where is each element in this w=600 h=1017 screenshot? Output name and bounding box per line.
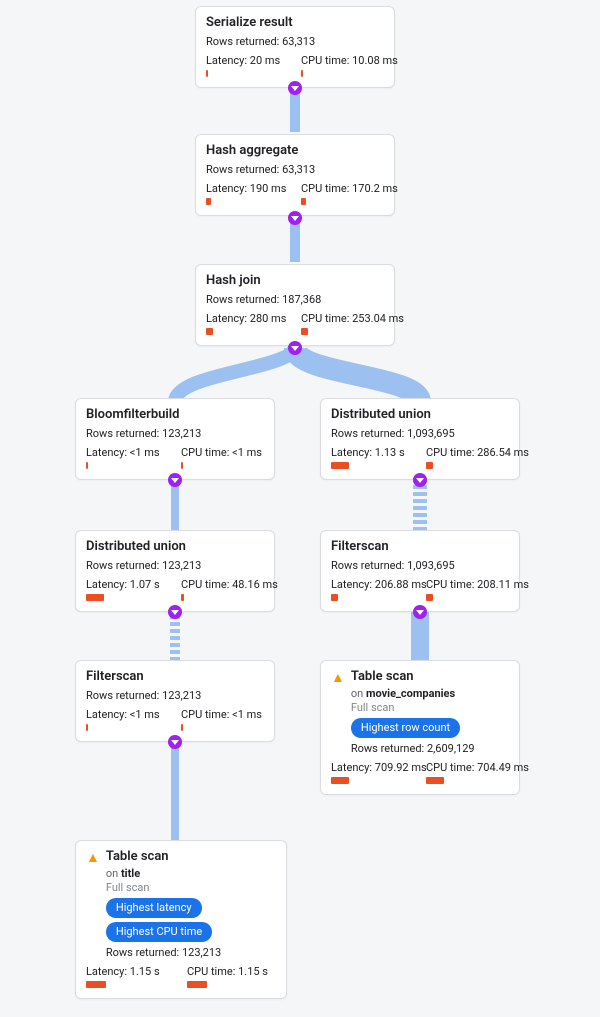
collapse-toggle[interactable] [168, 735, 182, 749]
scan-type: Full scan [106, 881, 276, 894]
rows-returned: Rows returned: 123,213 [106, 946, 276, 959]
node-hash-join[interactable]: Hash join Rows returned: 187,368 Latency… [195, 264, 395, 346]
badge-highest-row-count: Highest row count [351, 718, 460, 738]
node-title: Bloomfilterbuild [86, 407, 179, 423]
collapse-toggle[interactable] [168, 473, 182, 487]
cpu-metric: CPU time: 208.11 ms [426, 578, 509, 601]
latency-metric: Latency: 190 ms [206, 182, 289, 205]
node-hash-aggregate[interactable]: Hash aggregate Rows returned: 63,313 Lat… [195, 134, 395, 216]
cpu-metric: CPU time: 10.08 ms [301, 54, 384, 77]
latency-metric: Latency: <1 ms [86, 708, 169, 731]
cpu-metric: CPU time: <1 ms [181, 708, 264, 731]
warning-icon: ▲ [86, 850, 100, 866]
rows-returned: Rows returned: 123,213 [86, 559, 264, 572]
collapse-toggle[interactable] [413, 473, 427, 487]
node-title: Serialize result [206, 15, 293, 31]
scan-type: Full scan [351, 701, 475, 714]
node-table-scan-right[interactable]: ▲ Table scan on movie_companies Full sca… [320, 660, 520, 795]
node-filterscan-right[interactable]: Filterscan Rows returned: 1,093,695 Late… [320, 530, 520, 612]
table-name: on movie_companies [351, 687, 475, 700]
cpu-metric: CPU time: 48.16 ms [181, 578, 264, 601]
node-title: Hash join [206, 273, 261, 289]
rows-returned: Rows returned: 63,313 [206, 35, 384, 48]
cpu-metric: CPU time: 170.2 ms [301, 182, 384, 205]
collapse-toggle[interactable] [413, 605, 427, 619]
cpu-metric: CPU time: 704.49 ms [426, 761, 509, 784]
collapse-toggle[interactable] [288, 341, 302, 355]
cpu-metric: CPU time: 253.04 ms [301, 312, 384, 335]
cpu-metric: CPU time: 286.54 ms [426, 446, 509, 469]
rows-returned: Rows returned: 1,093,695 [331, 427, 509, 440]
query-plan-canvas: Serialize result Rows returned: 63,313 L… [0, 0, 600, 1017]
node-filterscan-left[interactable]: Filterscan Rows returned: 123,213 Latenc… [75, 660, 275, 742]
collapse-toggle[interactable] [288, 81, 302, 95]
badge-highest-latency: Highest latency [106, 898, 202, 918]
node-distributed-union-right[interactable]: Distributed union Rows returned: 1,093,6… [320, 398, 520, 480]
latency-metric: Latency: <1 ms [86, 446, 169, 469]
node-title: Distributed union [86, 539, 186, 555]
latency-metric: Latency: 1.13 s [331, 446, 414, 469]
node-serialize-result[interactable]: Serialize result Rows returned: 63,313 L… [195, 6, 395, 88]
rows-returned: Rows returned: 123,213 [86, 689, 264, 702]
rows-returned: Rows returned: 187,368 [206, 293, 384, 306]
rows-returned: Rows returned: 1,093,695 [331, 559, 509, 572]
node-title: Filterscan [86, 669, 144, 685]
node-distributed-union-left[interactable]: Distributed union Rows returned: 123,213… [75, 530, 275, 612]
collapse-toggle[interactable] [168, 605, 182, 619]
node-title: Hash aggregate [206, 143, 298, 159]
latency-metric: Latency: 1.07 s [86, 578, 169, 601]
node-title: Distributed union [331, 407, 431, 423]
rows-returned: Rows returned: 63,313 [206, 163, 384, 176]
node-bloomfilterbuild[interactable]: Bloomfilterbuild Rows returned: 123,213 … [75, 398, 275, 480]
node-title: Table scan [351, 669, 475, 685]
table-name: on title [106, 867, 276, 880]
node-title: Filterscan [331, 539, 389, 555]
node-table-scan-left[interactable]: ▲ Table scan on title Full scan Highest … [75, 840, 287, 999]
latency-metric: Latency: 20 ms [206, 54, 289, 77]
rows-returned: Rows returned: 123,213 [86, 427, 264, 440]
collapse-toggle[interactable] [288, 211, 302, 225]
latency-metric: Latency: 709.92 ms [331, 761, 414, 784]
badge-highest-cpu-time: Highest CPU time [106, 922, 212, 942]
latency-metric: Latency: 206.88 ms [331, 578, 414, 601]
cpu-metric: CPU time: <1 ms [181, 446, 264, 469]
rows-returned: Rows returned: 2,609,129 [351, 742, 475, 755]
cpu-metric: CPU time: 1.15 s [187, 965, 276, 988]
warning-icon: ▲ [331, 670, 345, 686]
latency-metric: Latency: 1.15 s [86, 965, 175, 988]
node-title: Table scan [106, 849, 276, 865]
latency-metric: Latency: 280 ms [206, 312, 289, 335]
